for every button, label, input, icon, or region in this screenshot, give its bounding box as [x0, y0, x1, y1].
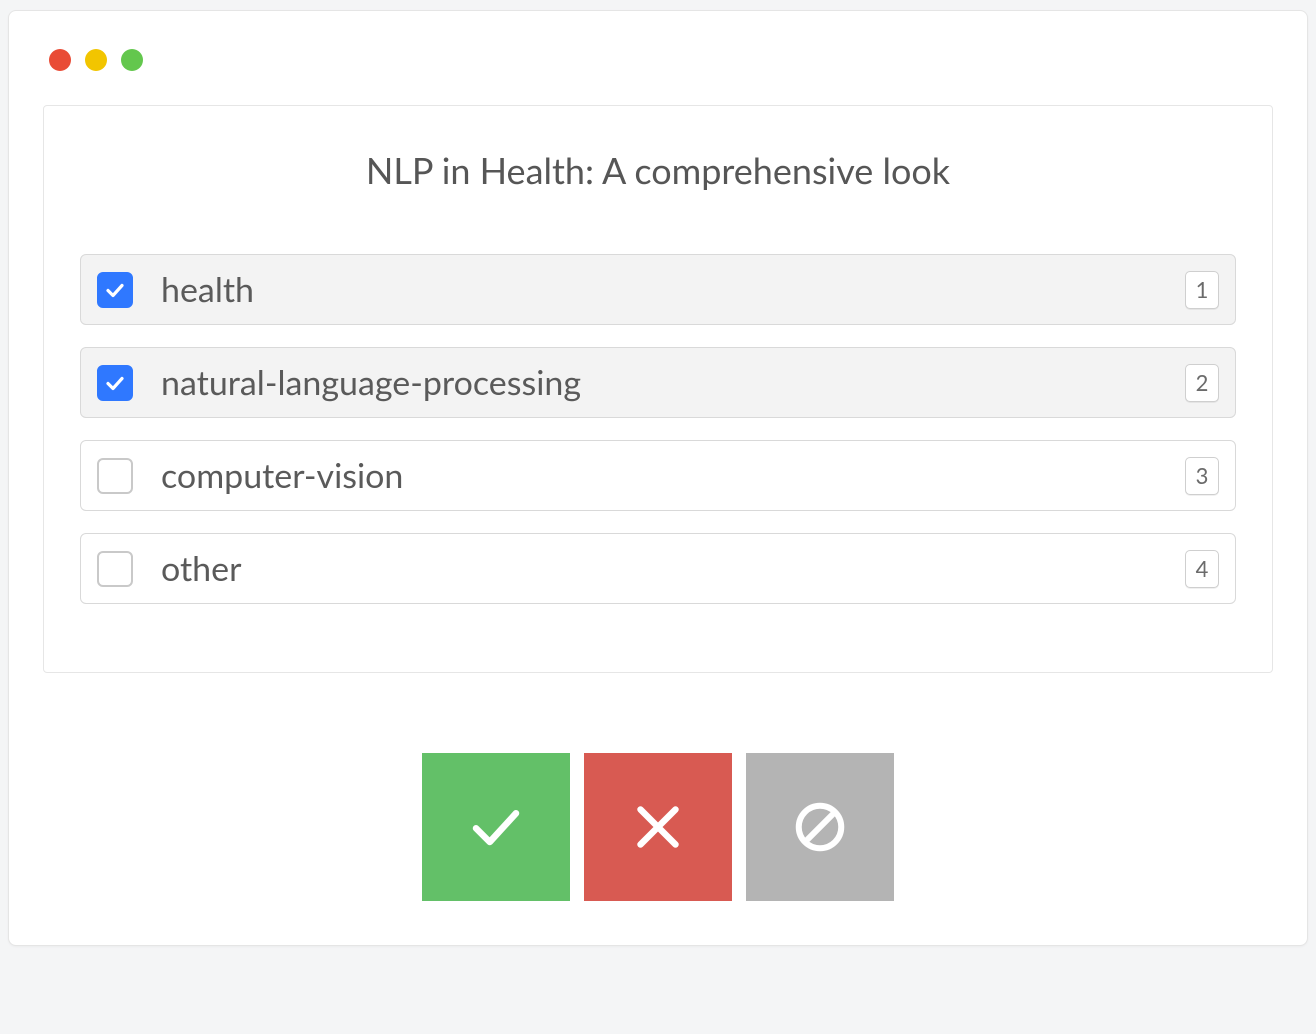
options-list: health1 natural-language-processing2 compu…: [80, 254, 1236, 604]
accept-button[interactable]: [422, 753, 570, 901]
option-label: computer-vision: [161, 455, 1185, 496]
check-icon: [103, 278, 127, 302]
key-hint: 1: [1185, 271, 1219, 309]
window-close-icon[interactable]: [49, 49, 71, 71]
ban-icon: [790, 797, 850, 857]
card-title: NLP in Health: A comprehensive look: [80, 148, 1236, 192]
annotation-card: NLP in Health: A comprehensive look heal…: [43, 105, 1273, 673]
x-icon: [628, 797, 688, 857]
check-icon: [103, 371, 127, 395]
checkbox[interactable]: [97, 365, 133, 401]
key-hint: 3: [1185, 457, 1219, 495]
checkbox[interactable]: [97, 458, 133, 494]
window-zoom-icon[interactable]: [121, 49, 143, 71]
check-icon: [466, 797, 526, 857]
option-label: natural-language-processing: [161, 362, 1185, 403]
skip-button[interactable]: [746, 753, 894, 901]
window-traffic-lights: [49, 49, 1273, 71]
action-bar: [43, 753, 1273, 901]
option-row[interactable]: other4: [80, 533, 1236, 604]
option-label: health: [161, 269, 1185, 310]
checkbox[interactable]: [97, 272, 133, 308]
key-hint: 2: [1185, 364, 1219, 402]
window-minimize-icon[interactable]: [85, 49, 107, 71]
option-row[interactable]: health1: [80, 254, 1236, 325]
app-window: NLP in Health: A comprehensive look heal…: [8, 10, 1308, 946]
option-row[interactable]: natural-language-processing2: [80, 347, 1236, 418]
option-label: other: [161, 548, 1185, 589]
reject-button[interactable]: [584, 753, 732, 901]
key-hint: 4: [1185, 550, 1219, 588]
checkbox[interactable]: [97, 551, 133, 587]
option-row[interactable]: computer-vision3: [80, 440, 1236, 511]
